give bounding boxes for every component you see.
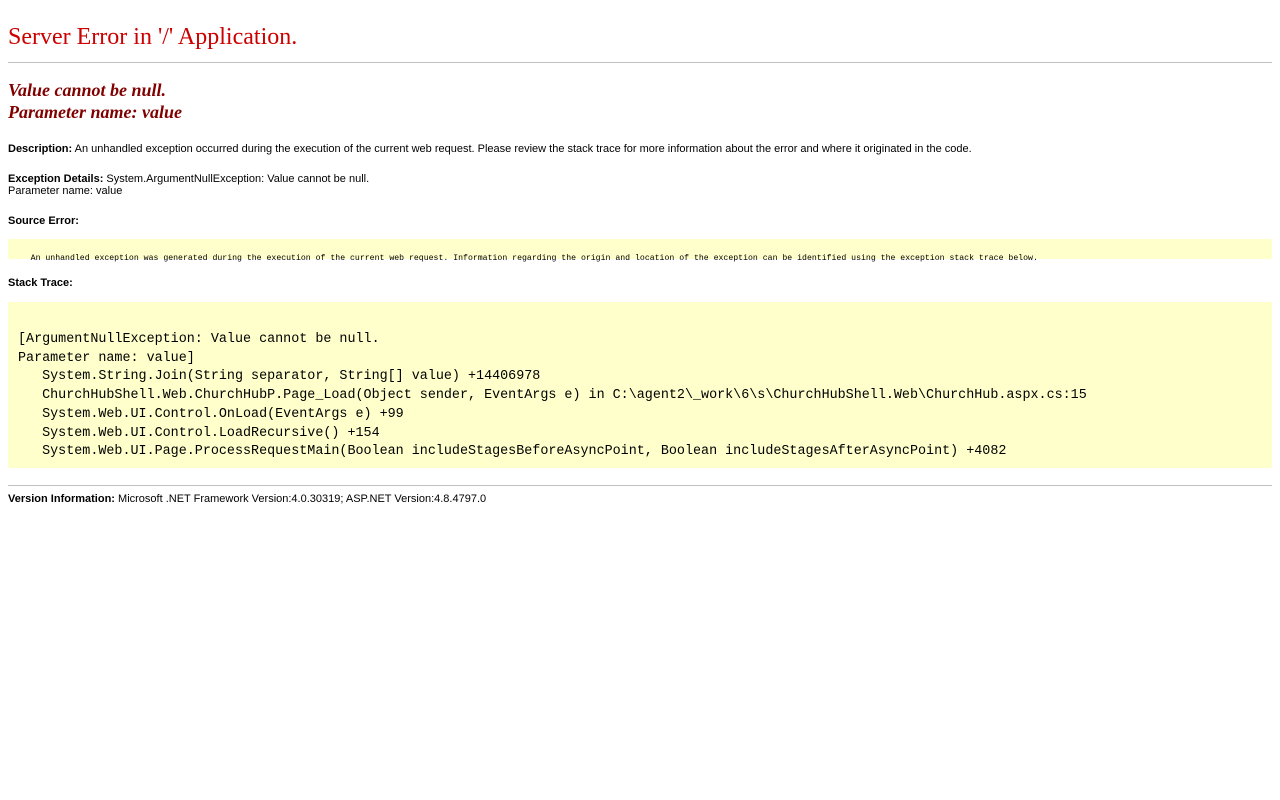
error-message-line-1: Value cannot be null. (8, 80, 167, 100)
stack-trace-line: Parameter name: value] (18, 350, 195, 366)
stack-trace-box: [ArgumentNullException: Value cannot be … (8, 302, 1272, 468)
footer-divider (8, 484, 1272, 486)
error-message-line-2: Parameter name: value (8, 102, 182, 122)
stack-trace-line: System.Web.UI.Control.LoadRecursive() +1… (18, 425, 380, 441)
exception-details-label: Exception Details: (8, 173, 104, 185)
source-error-label: Source Error: (8, 215, 79, 227)
stack-trace-line: ChurchHubShell.Web.ChurchHubP.Page_Load(… (18, 388, 1087, 404)
exception-details-text: System.ArgumentNullException: Value cann… (106, 173, 370, 185)
exception-details-parameter: Parameter name: value (8, 185, 123, 197)
description-text: An unhandled exception occurred during t… (74, 143, 972, 155)
stack-trace-line: [ArgumentNullException: Value cannot be … (18, 332, 380, 347)
stack-trace-line: System.Web.UI.Page.ProcessRequestMain(Bo… (18, 444, 1007, 460)
stack-trace-label: Stack Trace: (8, 277, 73, 289)
stack-trace-line: System.String.Join(String separator, Str… (18, 369, 541, 385)
version-label: Version Information: (8, 492, 115, 505)
version-information: Version Information: Microsoft .NET Fram… (8, 493, 1272, 505)
error-message: Value cannot be null. Parameter name: va… (8, 63, 1272, 123)
error-page: Server Error in '/' Application. Value c… (0, 0, 1280, 505)
source-error-box: An unhandled exception was generated dur… (8, 239, 1272, 263)
stack-trace-line: System.Web.UI.Control.OnLoad(EventArgs e… (18, 406, 404, 422)
description-label: Description: (8, 143, 73, 155)
version-text: Microsoft .NET Framework Version:4.0.303… (118, 492, 487, 505)
stack-trace-section: Stack Trace: (8, 277, 1272, 289)
description-section: Description: An unhandled exception occu… (8, 143, 1272, 155)
exception-details-section: Exception Details: System.ArgumentNullEx… (8, 173, 1272, 197)
source-error-text: An unhandled exception was generated dur… (30, 254, 1038, 263)
page-title: Server Error in '/' Application. (8, 24, 298, 50)
source-error-section: Source Error: (8, 215, 1272, 227)
